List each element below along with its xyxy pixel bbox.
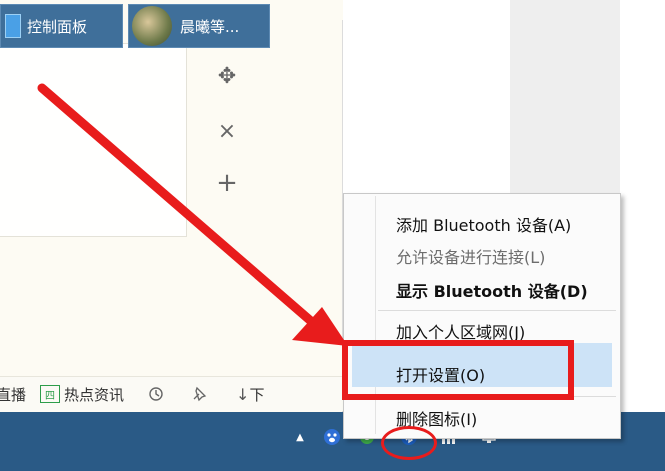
annotation-ellipse — [381, 426, 437, 460]
menu-item-allow-connect[interactable]: 允许设备进行连接(L) — [396, 244, 545, 268]
content-panel — [0, 43, 187, 237]
hot-news-label: 热点资讯 — [64, 385, 125, 404]
menu-item-add-device[interactable]: 添加 Bluetooth 设备(A) — [396, 212, 571, 236]
page-edge — [620, 0, 665, 471]
pin-icon[interactable] — [190, 385, 208, 403]
toolbar-hot-news[interactable]: 四 热点资讯 — [40, 384, 124, 405]
bluetooth-context-menu: 添加 Bluetooth 设备(A) 允许设备进行连接(L) 显示 Blueto… — [343, 193, 621, 439]
download-item[interactable]: ↓ 下 — [236, 384, 264, 405]
history-icon[interactable] — [148, 386, 164, 402]
down-arrow-icon: ↓ — [236, 384, 250, 404]
close-icon[interactable]: × — [214, 118, 240, 144]
taskbar-app2[interactable]: 晨曦等... — [128, 4, 270, 48]
hot-news-icon: 四 — [40, 385, 61, 403]
app2-label: 晨曦等... — [180, 17, 240, 36]
toolbar-live[interactable]: 直播 — [0, 384, 26, 405]
menu-separator — [378, 310, 616, 311]
menu-item-show-devices[interactable]: 显示 Bluetooth 设备(D) — [396, 278, 588, 302]
add-icon[interactable]: + — [214, 168, 240, 198]
baidu-paw-icon[interactable] — [323, 428, 341, 446]
control-panel-icon — [5, 14, 21, 38]
app2-thumbnail — [132, 6, 172, 46]
move-icon[interactable]: ✥ — [214, 63, 240, 89]
download-label: 下 — [249, 385, 265, 404]
bottom-toolbar: 直播 四 热点资讯 ↓ 下 — [0, 376, 345, 411]
control-panel-label: 控制面板 — [27, 17, 88, 36]
tray-overflow-chevron-icon[interactable]: ▲ — [291, 428, 309, 446]
annotation-highlight-box — [342, 340, 574, 400]
taskbar-control-panel[interactable]: 控制面板 — [0, 4, 123, 48]
